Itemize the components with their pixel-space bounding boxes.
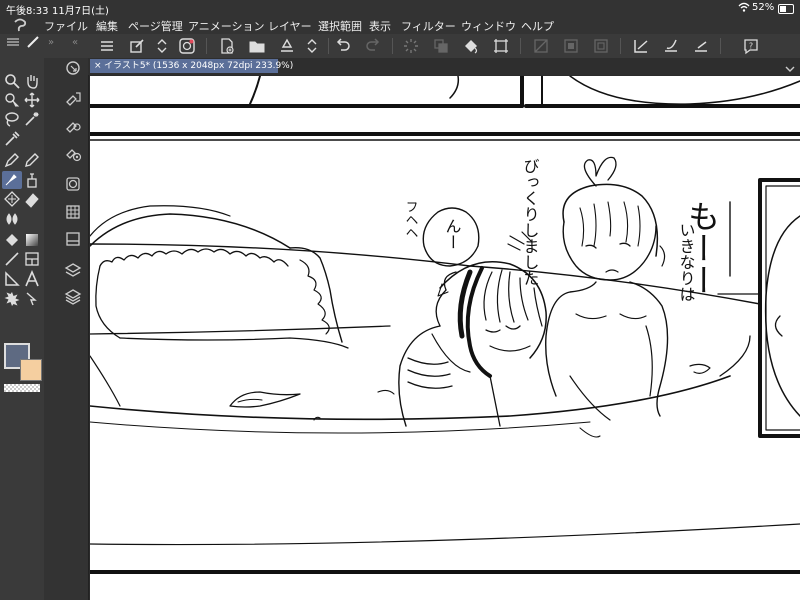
menu-help[interactable]: ヘルプ	[521, 18, 554, 34]
grid-snap-icon[interactable]	[692, 37, 710, 55]
hamburger-menu-icon[interactable]	[98, 37, 116, 55]
material-icon[interactable]	[64, 230, 82, 248]
eyedropper-icon[interactable]	[3, 130, 21, 148]
lasso-icon[interactable]	[3, 110, 21, 128]
clear-selection-icon[interactable]	[532, 37, 550, 55]
toolbar-divider	[720, 38, 721, 54]
blend-icon[interactable]	[3, 210, 21, 228]
edit-canvas-icon[interactable]	[128, 37, 146, 55]
ruler-icon[interactable]	[3, 270, 21, 288]
toolbar-divider	[520, 38, 521, 54]
correct-line-icon[interactable]	[23, 290, 41, 308]
tool-palette	[0, 34, 45, 600]
expand-panel-icon[interactable]: «	[72, 37, 78, 48]
collapse-panel-icon[interactable]: »	[48, 37, 54, 48]
new-file-icon[interactable]	[218, 37, 236, 55]
chevron-down-icon[interactable]	[784, 60, 796, 72]
canvas-text-nn: んー	[443, 218, 462, 250]
undo-icon[interactable]	[334, 37, 352, 55]
navigator-icon[interactable]	[64, 59, 82, 77]
sketch-artwork: もーー いきなりは びっくりしました フヘヘ んー	[90, 76, 800, 574]
toolbar-divider	[620, 38, 621, 54]
airbrush-icon[interactable]	[23, 171, 41, 189]
menu-bar: ファイル 編集 ページ管理 アニメーション レイヤー 選択範囲 表示 フィルター…	[0, 16, 800, 34]
canvas-text-hehe: フヘヘ	[403, 200, 419, 239]
document-title: イラスト5* (1536 x 2048px 72dpi 233.9%)	[104, 61, 294, 71]
chevron-updown-icon[interactable]	[303, 37, 321, 55]
pencil-icon[interactable]	[23, 151, 41, 169]
frame-border-icon[interactable]	[23, 250, 41, 268]
menu-view[interactable]: 表示	[369, 18, 391, 34]
special-ruler-icon[interactable]	[662, 37, 680, 55]
menu-edit[interactable]: 編集	[96, 18, 118, 34]
toolbar-divider	[392, 38, 393, 54]
hand-icon[interactable]	[23, 72, 41, 90]
brush-size-icon[interactable]	[64, 145, 82, 163]
sub-panel	[44, 58, 89, 600]
document-tab[interactable]: × イラスト5* (1536 x 2048px 72dpi 233.9%)	[90, 59, 293, 73]
color-circle-icon[interactable]	[64, 175, 82, 193]
balloon-icon[interactable]	[3, 290, 21, 308]
figure-line-icon[interactable]	[3, 250, 21, 268]
crop-icon[interactable]	[562, 37, 580, 55]
transparent-color-swatch[interactable]	[4, 384, 40, 392]
record-icon[interactable]	[178, 37, 196, 55]
menu-filter[interactable]: フィルター	[401, 18, 456, 34]
status-date: 11月7日(土)	[52, 6, 109, 17]
text-icon[interactable]	[23, 270, 41, 288]
sub-tool-icon[interactable]	[64, 89, 82, 107]
toolbar-divider	[328, 38, 329, 54]
menu-layer[interactable]: レイヤー	[268, 18, 312, 34]
app-logo-icon[interactable]	[12, 17, 28, 33]
copy-icon[interactable]	[432, 37, 450, 55]
tool-property-icon[interactable]	[64, 116, 82, 134]
fill-bucket-icon[interactable]	[462, 37, 480, 55]
svg-text:?: ?	[749, 42, 753, 51]
magic-wand-icon[interactable]	[23, 110, 41, 128]
menu-page[interactable]: ページ管理	[128, 18, 183, 34]
close-tab-icon[interactable]: ×	[94, 59, 102, 73]
battery-percent: 52%	[752, 2, 775, 13]
command-bar: ?	[88, 34, 800, 59]
wifi-icon	[738, 2, 750, 15]
menu-file[interactable]: ファイル	[44, 18, 88, 34]
status-time: 午後8:33	[6, 6, 49, 17]
toolbar-divider	[206, 38, 207, 54]
menu-selection[interactable]: 選択範囲	[318, 18, 362, 34]
help-icon[interactable]: ?	[742, 37, 760, 55]
panel-header: » «	[44, 34, 89, 58]
ruler-snap-icon[interactable]	[632, 37, 650, 55]
save-icon[interactable]	[278, 37, 296, 55]
transform-icon[interactable]	[492, 37, 510, 55]
chevron-updown-icon[interactable]	[153, 37, 171, 55]
pen-icon[interactable]	[3, 151, 21, 169]
gradient-icon[interactable]	[23, 231, 41, 249]
color-set-icon[interactable]	[64, 203, 82, 221]
sub-color-swatch[interactable]	[20, 359, 42, 381]
loading-icon[interactable]	[402, 37, 420, 55]
fill-icon[interactable]	[3, 231, 21, 249]
status-bar: 午後8:33 11月7日(土) 52%	[0, 0, 800, 17]
menu-lines-icon[interactable]	[4, 33, 19, 46]
canvas-text-suddenly: いきなりは	[677, 222, 696, 302]
menu-window[interactable]: ウィンドウ	[461, 18, 516, 34]
move-icon[interactable]	[23, 91, 41, 109]
zoom-icon[interactable]	[3, 72, 21, 90]
invert-selection-icon[interactable]	[592, 37, 610, 55]
open-folder-icon[interactable]	[248, 37, 266, 55]
redo-icon[interactable]	[364, 37, 382, 55]
drawing-canvas[interactable]: もーー いきなりは びっくりしました フヘヘ んー	[90, 76, 800, 600]
object-select-icon[interactable]	[3, 91, 21, 109]
decoration-icon[interactable]	[3, 190, 21, 208]
menu-animation[interactable]: アニメーション	[188, 18, 265, 34]
canvas-text-surprised: びっくりしました	[521, 158, 540, 286]
pen-quick-icon[interactable]	[24, 33, 39, 48]
eraser-icon[interactable]	[23, 190, 41, 208]
layers-icon[interactable]	[64, 288, 82, 306]
layer-property-icon[interactable]	[64, 261, 82, 279]
battery-icon	[778, 4, 794, 14]
brush-icon[interactable]	[2, 171, 22, 189]
